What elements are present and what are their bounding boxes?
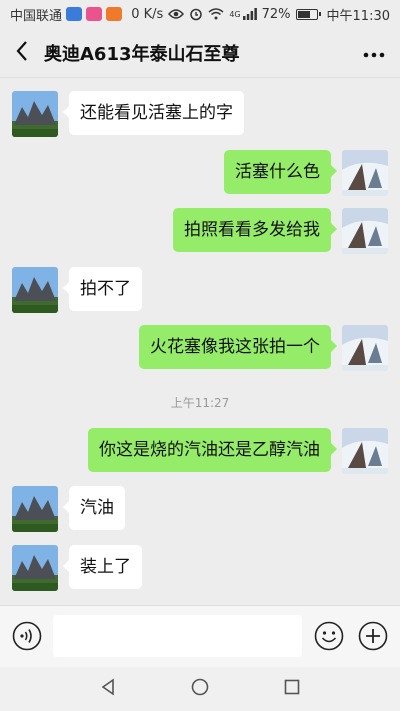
system-nav-bar — [0, 667, 400, 711]
more-functions-button[interactable] — [358, 621, 388, 651]
voice-icon — [12, 621, 42, 655]
outgoing-bubble[interactable]: 拍照看看多发给我 — [173, 208, 337, 252]
user-avatar[interactable] — [342, 208, 388, 254]
square-recents-icon — [283, 678, 301, 700]
user-avatar[interactable] — [342, 150, 388, 196]
message-input[interactable] — [53, 615, 302, 657]
wifi-icon — [208, 8, 224, 20]
contact-avatar[interactable] — [12, 545, 58, 591]
incoming-bubble[interactable]: 装上了 — [63, 545, 142, 589]
input-bar — [0, 605, 400, 667]
voice-button[interactable] — [12, 621, 42, 651]
time-separator: 上午11:27 — [170, 396, 230, 410]
carrier-label: 中国联通 — [10, 8, 63, 24]
outgoing-bubble[interactable]: 火花塞像我这张拍一个 — [139, 325, 337, 369]
signal-icon — [242, 8, 257, 20]
network-speed: 0 K/s — [131, 6, 164, 22]
incoming-bubble[interactable]: 拍不了 — [63, 267, 142, 311]
emoji-button[interactable] — [314, 621, 344, 651]
outgoing-bubble[interactable]: 你这是烧的汽油还是乙醇汽油 — [88, 428, 337, 472]
chevron-left-icon — [15, 40, 29, 66]
app-notification-icon — [106, 7, 123, 21]
nav-recents-button[interactable] — [280, 677, 304, 701]
more-dots-icon — [363, 43, 385, 62]
contact-avatar[interactable] — [12, 486, 58, 532]
nav-home-button[interactable] — [188, 677, 212, 701]
battery-icon — [295, 8, 321, 20]
triangle-back-icon — [99, 678, 117, 700]
outgoing-bubble[interactable]: 活塞什么色 — [224, 150, 337, 194]
app-notification-icon — [86, 7, 103, 21]
chat-header: 奥迪A613年泰山石至尊 — [0, 28, 400, 78]
plus-icon — [358, 621, 388, 655]
incoming-bubble[interactable]: 还能看见活塞上的字 — [63, 91, 244, 135]
user-avatar[interactable] — [342, 325, 388, 371]
eye-icon — [168, 8, 185, 20]
contact-avatar[interactable] — [12, 91, 58, 137]
nav-back-button[interactable] — [96, 677, 120, 701]
contact-avatar[interactable] — [12, 267, 58, 313]
network-type: 4G — [229, 9, 241, 19]
app-notification-icon — [66, 7, 83, 21]
status-bar: 中国联通 0 K/s 4G 72% 中午11:30 — [0, 0, 400, 28]
chat-title: 奥迪A613年泰山石至尊 — [44, 43, 240, 65]
battery-percent: 72% — [261, 6, 291, 22]
alarm-icon — [189, 7, 203, 21]
circle-home-icon — [191, 678, 209, 700]
emoji-icon — [314, 621, 344, 655]
more-button[interactable] — [348, 28, 400, 78]
clock: 中午11:30 — [326, 8, 390, 24]
incoming-bubble[interactable]: 汽油 — [63, 486, 125, 530]
user-avatar[interactable] — [342, 428, 388, 474]
back-button[interactable] — [0, 28, 44, 78]
message-list[interactable]: 还能看见活塞上的字 活塞什么色 拍照看看多发给我 拍不了 火花塞像我这张拍一个 … — [0, 78, 400, 605]
